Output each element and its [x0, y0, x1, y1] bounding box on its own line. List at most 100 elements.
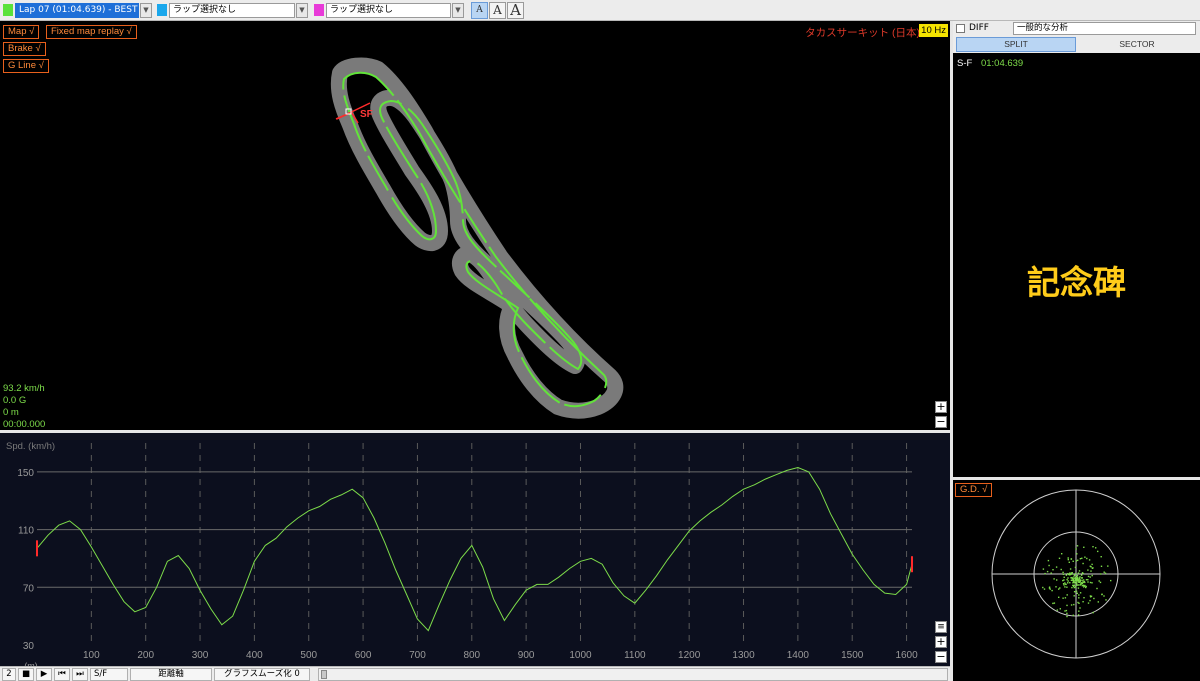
play-button[interactable]: ▶	[36, 668, 52, 681]
diff-label: DIFF	[969, 23, 989, 33]
timeline-scrollbar[interactable]	[318, 668, 948, 681]
g-point	[1074, 566, 1077, 569]
g-point	[1067, 557, 1069, 559]
g-point	[1062, 597, 1064, 599]
g-point	[1083, 597, 1085, 599]
g-point	[1099, 581, 1102, 584]
g-point	[1064, 586, 1066, 588]
g-point	[1076, 545, 1079, 547]
g-point	[1077, 572, 1080, 574]
diff-checkbox[interactable]	[956, 24, 965, 33]
g-point	[1052, 569, 1054, 571]
font-small-button[interactable]: A	[471, 2, 488, 19]
fixed-map-replay-button[interactable]: Fixed map replay √	[46, 25, 137, 39]
g-point	[1081, 579, 1083, 582]
g-point	[1063, 584, 1065, 586]
track-surface	[330, 57, 624, 419]
track-map-svg: SF	[330, 57, 624, 419]
skip-previous-button[interactable]: ⏮	[54, 668, 70, 681]
g-point	[1096, 587, 1098, 590]
graph-smoothing-button[interactable]: グラフスムーズ化 0	[214, 668, 310, 681]
skip-next-button[interactable]: ⏭	[72, 668, 88, 681]
tab-split[interactable]: SPLIT	[956, 37, 1076, 52]
g-point	[1046, 570, 1049, 573]
g-point	[1058, 596, 1060, 598]
lap2-color-swatch	[157, 4, 167, 16]
g-point	[1087, 569, 1089, 571]
g-point	[1075, 590, 1078, 592]
g-point	[1065, 609, 1068, 612]
g-point	[1073, 576, 1075, 578]
lap2-dropdown-icon[interactable]: ▼	[296, 3, 308, 18]
graph-zoom-out-button[interactable]: −	[935, 651, 947, 663]
g-point	[1079, 592, 1082, 594]
g-point	[1069, 582, 1071, 584]
g-point	[1061, 553, 1063, 555]
track-map-panel[interactable]: SF Map √ Fixed map replay √ Brake √ G Li…	[0, 21, 950, 430]
g-point	[1084, 584, 1086, 587]
g-point	[1081, 557, 1083, 559]
g-point	[1092, 546, 1094, 548]
g-scatter-points	[1042, 545, 1112, 618]
g-point	[1067, 580, 1069, 582]
lap3-select[interactable]: ラップ選択なし	[326, 3, 451, 18]
g-point	[1089, 581, 1092, 584]
g-point	[1073, 591, 1076, 593]
stop-button[interactable]: ■	[18, 668, 34, 681]
g-point	[1067, 573, 1069, 575]
sf-label: SF	[360, 109, 373, 120]
g-point	[1072, 578, 1074, 580]
g-point	[1043, 588, 1046, 590]
g-diagram	[991, 489, 1161, 659]
g-point	[1074, 586, 1077, 588]
g-point	[1085, 579, 1088, 581]
g-point	[1078, 594, 1080, 596]
tab-sector[interactable]: SECTOR	[1077, 37, 1197, 52]
speed-series-line-0	[36, 466, 913, 632]
x-tick-label-500: 500	[300, 650, 317, 661]
x-tick-label-700: 700	[409, 650, 426, 661]
g-point	[1093, 597, 1095, 600]
g-point	[1092, 567, 1094, 569]
g-point	[1072, 614, 1074, 616]
split-gd-divider[interactable]	[953, 477, 1200, 480]
font-medium-button[interactable]: A	[489, 2, 506, 19]
g-point	[1053, 602, 1056, 604]
memorial-text: 記念碑	[1027, 263, 1126, 302]
font-large-button[interactable]: A	[507, 2, 524, 19]
g-point	[1081, 572, 1084, 574]
lap1-select[interactable]: Lap 07 (01:04.639) - BEST	[15, 3, 139, 18]
g-point	[1078, 610, 1080, 612]
g-point	[1081, 585, 1083, 587]
map-toggle-button[interactable]: Map √	[3, 25, 40, 39]
graph-menu-button[interactable]: ≡	[935, 621, 947, 633]
brake-toggle-button[interactable]: Brake √	[3, 42, 46, 56]
g-point	[1095, 547, 1097, 549]
analysis-select[interactable]: 一般的な分析	[1013, 22, 1196, 35]
step-value[interactable]: 2	[2, 668, 16, 681]
g-point	[1105, 599, 1107, 601]
g-point	[1087, 579, 1089, 581]
timeline-thumb[interactable]	[321, 670, 327, 679]
speed-graph-panel[interactable]: Spd. (km/h) 100 200 300 400 500 600 700 800 900 1…	[0, 433, 950, 666]
g-point	[1078, 584, 1080, 586]
sf-select[interactable]: S/F	[90, 668, 128, 681]
y-tick-label-150: 150	[17, 468, 34, 479]
g-point	[1051, 589, 1053, 592]
distance-axis-button[interactable]: 距離軸	[130, 668, 212, 681]
g-line-toggle-button[interactable]: G Line √	[3, 59, 49, 73]
g-point	[1100, 573, 1102, 575]
g-point	[1083, 580, 1085, 583]
lap2-select[interactable]: ラップ選択なし	[169, 3, 295, 18]
right-panel: DIFF 一般的な分析 SPLIT SECTOR S-F 01:04.639 記…	[953, 21, 1200, 681]
lap1-dropdown-icon[interactable]: ▼	[140, 3, 152, 18]
split-sector-tabs: SPLIT SECTOR	[953, 36, 1200, 53]
graph-zoom-in-button[interactable]: +	[935, 636, 947, 648]
g-point	[1103, 595, 1105, 597]
map-zoom-out-button[interactable]: −	[935, 416, 947, 428]
g-point	[1079, 576, 1081, 578]
g-point	[1067, 582, 1069, 584]
g-point	[1078, 579, 1080, 581]
map-zoom-in-button[interactable]: +	[935, 401, 947, 413]
lap3-dropdown-icon[interactable]: ▼	[452, 3, 464, 18]
